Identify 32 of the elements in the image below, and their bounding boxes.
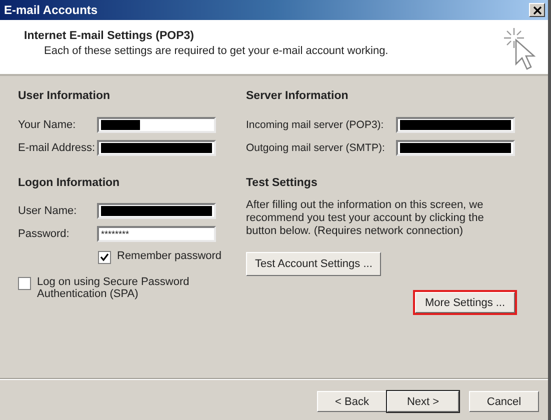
checkbox[interactable] [98, 251, 111, 264]
field-label: Incoming mail server (POP3): [246, 118, 385, 130]
input-field[interactable] [97, 116, 216, 132]
input-field[interactable] [396, 116, 515, 132]
dialog-button[interactable]: < Back [317, 391, 387, 412]
checkbox[interactable] [18, 277, 31, 290]
checkbox-label[interactable]: Log on using Secure Password Authentication (SPA) [37, 276, 227, 300]
field-label: E-mail Address: [18, 142, 96, 154]
dialog-button[interactable]: Next > [387, 391, 459, 412]
checkbox-label[interactable]: Remember password [117, 250, 222, 262]
section-heading: Server Information [246, 90, 350, 102]
field-label: Your Name: [18, 118, 77, 130]
input-field[interactable]: ******** [97, 226, 216, 242]
section-heading: Logon Information [18, 177, 121, 189]
cursor-sparkle-icon [502, 26, 538, 72]
close-button[interactable] [529, 3, 545, 17]
section-heading: User Information [18, 90, 112, 102]
field-label: User Name: [18, 204, 78, 216]
close-icon [532, 6, 542, 14]
field-label: Outgoing mail server (SMTP): [246, 142, 386, 154]
input-field[interactable] [396, 140, 515, 156]
window-title: E-mail Accounts [4, 3, 98, 17]
more-settings-button[interactable]: More Settings ... [415, 292, 515, 313]
input-field[interactable] [97, 140, 216, 156]
test-account-button[interactable]: Test Account Settings ... [246, 252, 382, 276]
test-description: After filling out the information on this screen, we recommend you test your account by clicking the button below. (Requires network connection) [246, 199, 485, 238]
page-subtitle: Each of these settings are required to get your e-mail account working. [44, 45, 388, 57]
dialog-button[interactable]: Cancel [469, 391, 539, 412]
page-title: Internet E-mail Settings (POP3) [24, 30, 195, 42]
input-field[interactable] [97, 202, 216, 218]
field-label: Password: [18, 228, 70, 240]
section-heading: Test Settings [246, 177, 318, 189]
